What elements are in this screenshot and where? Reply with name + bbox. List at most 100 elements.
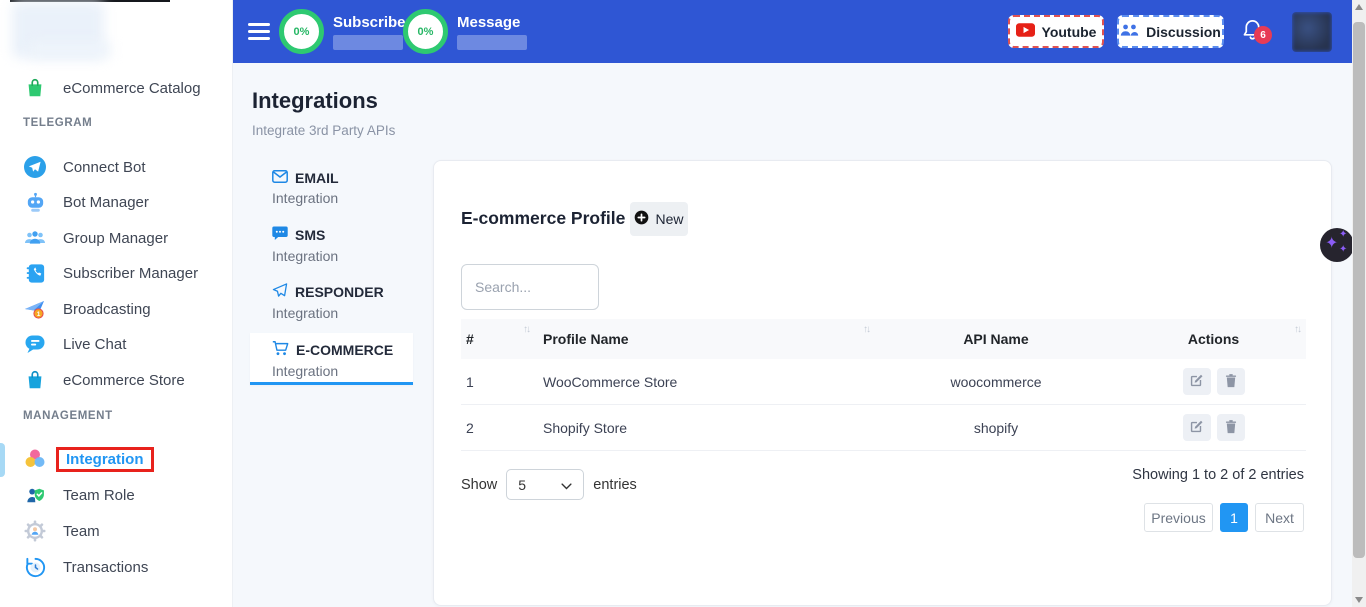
column-header-api-name[interactable]: API Name — [871, 319, 1121, 359]
subscriber-count-redacted — [333, 35, 403, 50]
search-input[interactable] — [461, 264, 599, 310]
message-label: Message — [457, 14, 527, 31]
main-content: Integrations Integrate 3rd Party APIs EM… — [233, 63, 1352, 607]
topbar: 0% Subscriber 0% Message Youtube Discuss… — [233, 0, 1352, 63]
trash-icon — [1224, 419, 1238, 437]
subnav-title: SMS — [295, 227, 325, 243]
column-header-actions[interactable]: Actions↑↓ — [1121, 319, 1306, 359]
sidebar-item-group-manager[interactable]: Group Manager — [0, 222, 233, 254]
message-count-redacted — [457, 35, 527, 50]
youtube-icon — [1016, 23, 1035, 40]
ecommerce-profile-card: E-commerce Profile New #↑↓ Profile Name↑… — [433, 160, 1332, 606]
page-size-control: Show 5 entries — [461, 469, 637, 500]
subnav-ecommerce-integration[interactable]: E-COMMERCE Integration — [250, 333, 413, 385]
user-avatar[interactable] — [1292, 12, 1332, 52]
sidebar-item-label: Broadcasting — [63, 301, 151, 318]
discussion-button-label: Discussion — [1146, 24, 1221, 40]
paper-plane-badge-icon: 1 — [22, 296, 48, 322]
edit-button[interactable] — [1183, 414, 1211, 441]
contact-book-icon — [22, 260, 48, 286]
sparkle-icon: ✦ — [1325, 233, 1338, 253]
sidebar-item-transactions[interactable]: Transactions — [0, 551, 233, 583]
page-size-select[interactable]: 5 — [506, 469, 584, 500]
vertical-scrollbar[interactable] — [1352, 0, 1366, 607]
sort-icon[interactable]: ↑↓ — [863, 324, 869, 335]
scroll-up-arrow[interactable] — [1355, 4, 1363, 10]
table-row: 1 WooCommerce Store woocommerce — [461, 359, 1306, 405]
table-header-row: #↑↓ Profile Name↑↓ API Name Actions↑↓ — [461, 319, 1306, 359]
delete-button[interactable] — [1217, 414, 1245, 441]
showing-entries-summary: Showing 1 to 2 of 2 entries — [1132, 467, 1304, 483]
sidebar-item-broadcasting[interactable]: 1 Broadcasting — [0, 293, 233, 325]
sort-icon[interactable]: ↑↓ — [1294, 324, 1300, 335]
group-icon — [22, 225, 48, 251]
subscriber-progress-ring: 0% — [279, 9, 324, 54]
sort-icon[interactable]: ↑↓ — [523, 324, 529, 335]
sms-bubble-icon — [272, 226, 288, 244]
sidebar-item-label: Live Chat — [63, 336, 126, 353]
column-header-profile-name[interactable]: Profile Name↑↓ — [531, 319, 871, 359]
subnav-subtitle: Integration — [272, 363, 413, 379]
plus-circle-icon — [634, 210, 649, 228]
edit-icon — [1189, 373, 1204, 391]
row-num: 2 — [461, 405, 531, 450]
assistant-sparkle-button[interactable]: ✦ ✦ ✦ — [1320, 228, 1354, 262]
hamburger-menu-icon[interactable] — [248, 23, 270, 40]
message-progress-ring: 0% — [403, 9, 448, 54]
scroll-down-arrow[interactable] — [1355, 597, 1363, 603]
sidebar-item-label: eCommerce Store — [63, 372, 185, 389]
subnav-subtitle: Integration — [272, 248, 413, 264]
subnav-title: E-COMMERCE — [296, 342, 393, 358]
discussion-button[interactable]: Discussion — [1117, 15, 1224, 48]
sidebar-item-ecommerce-store[interactable]: eCommerce Store — [0, 364, 233, 396]
subnav-email-integration[interactable]: EMAIL Integration — [250, 170, 413, 206]
new-button[interactable]: New — [630, 202, 688, 236]
gear-person-icon — [22, 518, 48, 544]
clock-history-icon — [22, 554, 48, 580]
row-num: 1 — [461, 359, 531, 404]
delete-button[interactable] — [1217, 368, 1245, 395]
sidebar-item-label: Transactions — [63, 559, 148, 576]
paper-plane-icon — [272, 283, 288, 301]
edit-icon — [1189, 419, 1204, 437]
page-size-value: 5 — [518, 477, 526, 493]
subscriber-progress: 0% Subscriber — [279, 9, 411, 54]
sidebar-item-label: Bot Manager — [63, 194, 149, 211]
sidebar-item-integration[interactable]: Integration — [0, 443, 233, 475]
sidebar-item-label: Subscriber Manager — [63, 265, 198, 282]
sidebar-item-subscriber-manager[interactable]: Subscriber Manager — [0, 257, 233, 289]
shopping-bag-blue-icon — [22, 367, 48, 393]
current-page-button[interactable]: 1 — [1220, 503, 1248, 532]
row-api-name: shopify — [871, 405, 1121, 450]
subnav-sms-integration[interactable]: SMS Integration — [250, 226, 413, 264]
next-page-button[interactable]: Next — [1255, 503, 1304, 532]
subnav-title: RESPONDER — [295, 284, 384, 300]
discussion-icon — [1120, 23, 1139, 41]
panel-heading: E-commerce Profile — [461, 208, 625, 229]
sidebar-item-team[interactable]: Team — [0, 515, 233, 547]
entries-label: entries — [593, 477, 637, 493]
sidebar-item-label: Team Role — [63, 487, 135, 504]
sidebar-item-bot-manager[interactable]: Bot Manager — [0, 186, 233, 218]
chevron-down-icon — [561, 477, 572, 493]
scrollbar-thumb[interactable] — [1353, 22, 1365, 558]
sidebar-item-team-role[interactable]: Team Role — [0, 479, 233, 511]
shield-person-icon — [22, 482, 48, 508]
app-logo-blur — [30, 42, 110, 58]
telegram-icon — [22, 154, 48, 180]
edit-button[interactable] — [1183, 368, 1211, 395]
notification-count-badge: 6 — [1254, 26, 1272, 44]
sidebar-item-connect-bot[interactable]: Connect Bot — [0, 151, 233, 183]
chat-bubble-icon — [22, 331, 48, 357]
pagination: Previous 1 Next — [1144, 503, 1304, 532]
sidebar-item-ecommerce-catalog[interactable]: eCommerce Catalog — [0, 72, 233, 104]
previous-page-button[interactable]: Previous — [1144, 503, 1213, 532]
svg-text:1: 1 — [37, 311, 41, 318]
subnav-responder-integration[interactable]: RESPONDER Integration — [250, 283, 413, 321]
sparkle-icon: ✦ — [1339, 244, 1347, 255]
youtube-button[interactable]: Youtube — [1008, 15, 1104, 48]
page-subtitle: Integrate 3rd Party APIs — [252, 123, 395, 138]
row-profile-name: WooCommerce Store — [531, 359, 871, 404]
column-header-num[interactable]: #↑↓ — [461, 319, 531, 359]
sidebar-item-live-chat[interactable]: Live Chat — [0, 328, 233, 360]
